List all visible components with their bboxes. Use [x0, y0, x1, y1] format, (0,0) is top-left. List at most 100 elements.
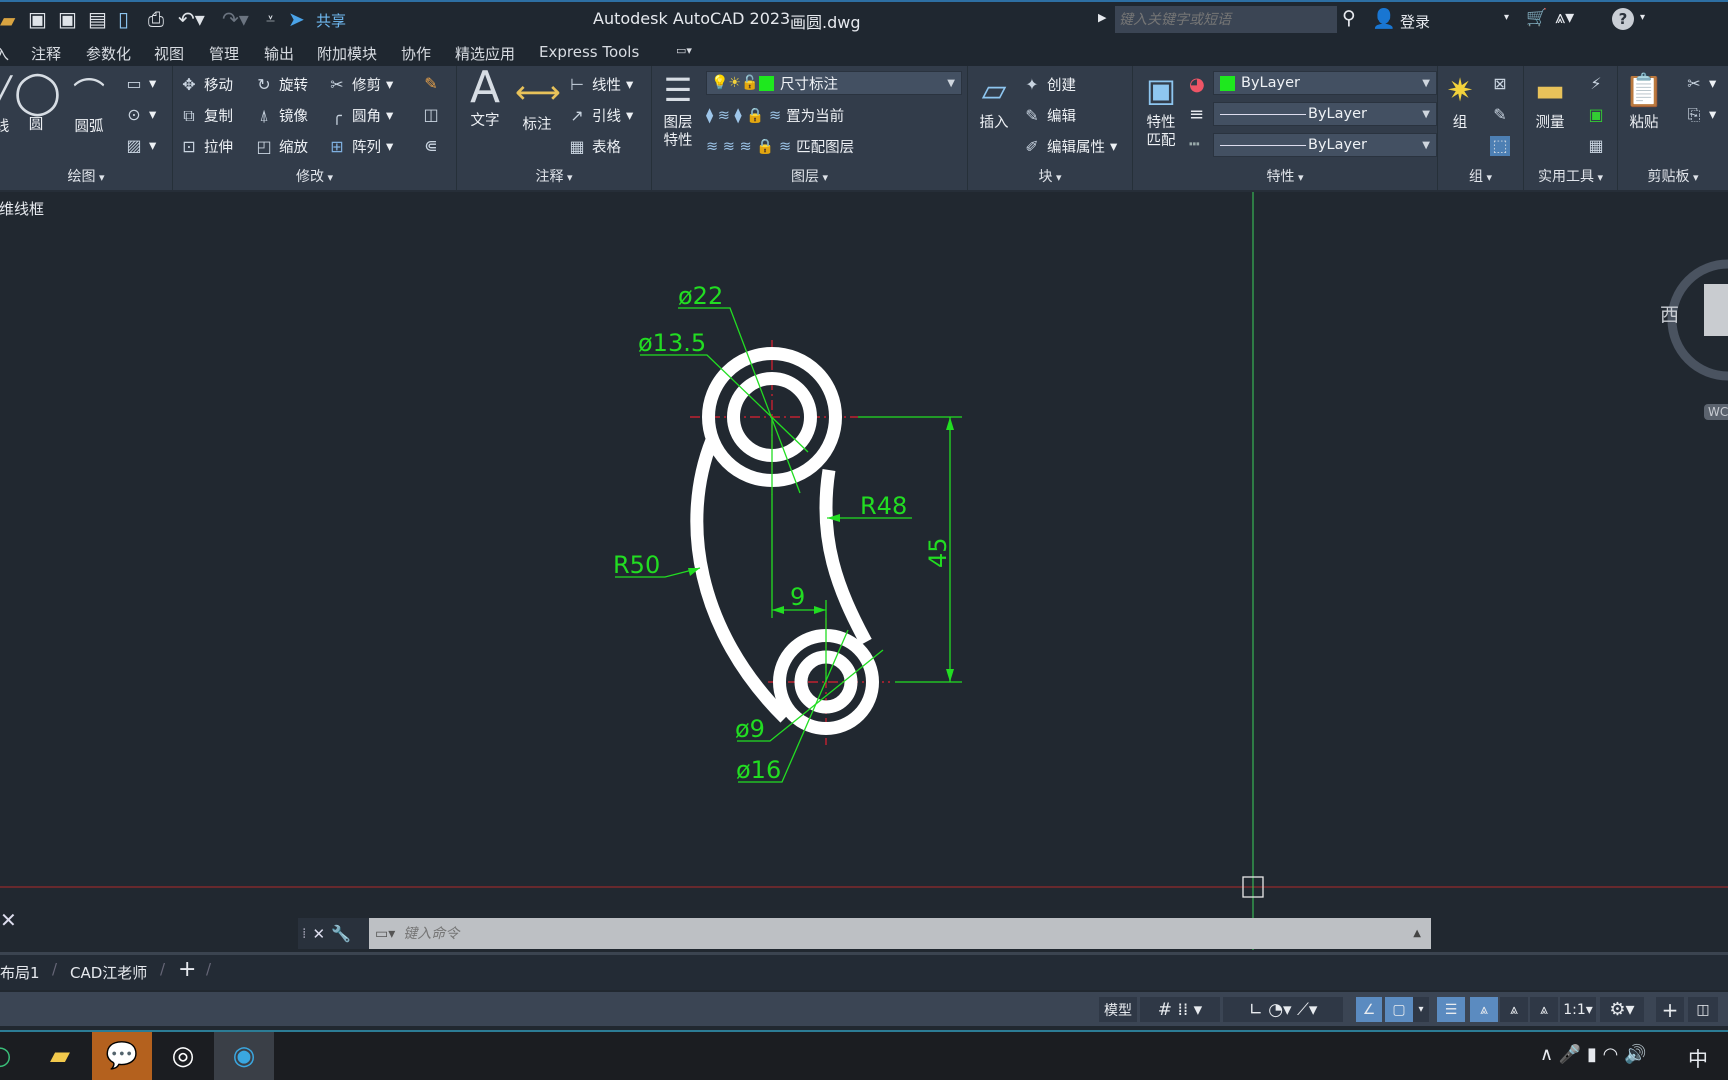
layer-properties-button[interactable]: ☰ 图层 特性: [656, 70, 700, 150]
wcs-menu[interactable]: WCS: [1704, 404, 1728, 420]
ribbon-toggle-icon[interactable]: ▭▾: [676, 44, 692, 57]
command-history-icon[interactable]: ▭▾: [375, 926, 395, 942]
publish-icon[interactable]: ▯: [118, 7, 129, 31]
circle-button[interactable]: ◯ 圆: [14, 71, 61, 134]
close-icon[interactable]: ✕: [0, 908, 17, 932]
quick-select-button[interactable]: ⚡: [1586, 74, 1606, 94]
open-icon[interactable]: ▰: [0, 8, 15, 32]
edit-block-button[interactable]: ✎ 编辑: [1022, 105, 1076, 126]
lineweight-toggle-button[interactable]: ☰: [1437, 997, 1465, 1022]
tab-layout1[interactable]: 布局1: [0, 962, 40, 983]
tab-view[interactable]: 视图: [154, 43, 184, 64]
search-icon[interactable]: ⚲: [1342, 7, 1356, 29]
expand-arrow-icon[interactable]: ▶: [1098, 11, 1106, 24]
viewcube[interactable]: [1704, 284, 1728, 336]
file-explorer-icon[interactable]: ▰: [30, 1032, 90, 1080]
tray-icons[interactable]: ∧ 🎤 ▮ ◠ 🔊: [1540, 1044, 1647, 1065]
tab-output[interactable]: 输出: [264, 43, 294, 64]
help-icon[interactable]: ?: [1612, 8, 1634, 30]
redo-icon[interactable]: ↷▾: [222, 7, 249, 31]
linear-button[interactable]: ⊢ 线性 ▾: [567, 74, 633, 95]
panel-properties-label[interactable]: 特性: [1133, 166, 1437, 186]
grid-snap-buttons[interactable]: # ⁞⁞ ▾: [1140, 997, 1220, 1022]
rectangle-button[interactable]: ▭ ▾: [124, 74, 156, 94]
color-dropdown[interactable]: ByLayer ▼: [1213, 71, 1437, 95]
group-button[interactable]: ✷ 组: [1442, 70, 1478, 132]
autodesk-app-icon[interactable]: ⩓▾: [1555, 7, 1574, 28]
tab-addins[interactable]: 附加模块: [317, 43, 377, 64]
copy-clip-button[interactable]: ⎘ ▾: [1684, 105, 1717, 125]
chevron-down-icon[interactable]: ▾: [1413, 997, 1429, 1022]
ime-indicator[interactable]: 中: [1688, 1043, 1708, 1072]
plot-sheet-icon[interactable]: ▤: [88, 7, 107, 31]
paste-button[interactable]: 📋 粘贴: [1622, 70, 1666, 132]
command-line[interactable]: ▭▾ ▲: [369, 918, 1431, 949]
annotation-visibility-button[interactable]: ⩓: [1470, 997, 1498, 1022]
tab-parametric[interactable]: 参数化: [86, 43, 131, 64]
save-icon[interactable]: ▣: [28, 7, 47, 31]
cart-icon[interactable]: 🛒: [1526, 8, 1547, 28]
panel-group-label[interactable]: 组: [1438, 166, 1523, 186]
plus-icon[interactable]: +: [1656, 997, 1684, 1022]
login-dropdown-icon[interactable]: ▾: [1504, 12, 1509, 23]
ortho-polar-buttons[interactable]: ∟ ◔▾ ⟋▾: [1223, 997, 1343, 1022]
panel-annotation-label[interactable]: 注释: [457, 166, 651, 186]
login-button[interactable]: 登录: [1400, 11, 1430, 32]
command-expand-icon[interactable]: ▲: [1413, 928, 1421, 939]
move-button[interactable]: ✥ 移动: [179, 74, 233, 95]
insert-button[interactable]: ▱ 插入: [972, 70, 1016, 132]
measure-button[interactable]: ▬ 测量: [1528, 70, 1572, 132]
array-button[interactable]: ⊞ 阵列 ▾: [327, 136, 393, 157]
edge-icon[interactable]: ◐: [0, 1032, 30, 1080]
save-as-icon[interactable]: ▣: [58, 7, 77, 31]
tab-featured-apps[interactable]: 精选应用: [455, 43, 515, 64]
layer-tools-row1[interactable]: ⧫ ≋ ⧫ 🔒 ≋ 置为当前: [706, 105, 844, 126]
create-block-button[interactable]: ✦ 创建: [1022, 74, 1076, 95]
mirror-button[interactable]: ⍋ 镜像: [254, 105, 308, 126]
layer-tools-row2[interactable]: ≋ ≋ ≋ 🔒 ≋ 匹配图层: [706, 136, 854, 157]
stretch-button[interactable]: ⊡ 拉伸: [179, 136, 233, 157]
viewcube-west-label[interactable]: 西: [1660, 300, 1679, 327]
auto-scale-button[interactable]: ⩓: [1500, 997, 1528, 1022]
trim-button[interactable]: ✂ 修剪 ▾: [327, 74, 393, 95]
panel-modify-label[interactable]: 修改: [173, 166, 456, 186]
select-all-button[interactable]: ▣: [1586, 105, 1606, 125]
linetype-dropdown[interactable]: ByLayer ▼: [1213, 133, 1437, 157]
dimension-button[interactable]: ⟷ 标注: [515, 72, 561, 134]
tab-cad-teacher[interactable]: CAD江老师: [70, 962, 147, 983]
dynamic-ucs-button[interactable]: ▢: [1385, 997, 1413, 1022]
wechat-icon[interactable]: 💬: [92, 1032, 152, 1080]
rotate-button[interactable]: ↻ 旋转: [254, 74, 308, 95]
osnap-button[interactable]: ∠: [1356, 997, 1382, 1022]
edit-attributes-button[interactable]: ✐ 编辑属性 ▾: [1022, 136, 1117, 157]
arc-button[interactable]: ⌒ 圆弧: [66, 74, 112, 136]
tab-express-tools[interactable]: Express Tools: [539, 43, 639, 61]
isolate-objects-icon[interactable]: ◫: [1688, 997, 1718, 1022]
panel-utilities-label[interactable]: 实用工具: [1524, 166, 1617, 186]
fillet-button[interactable]: ╭ 圆角 ▾: [327, 105, 393, 126]
qq-browser-icon[interactable]: ◎: [153, 1032, 213, 1080]
share-button[interactable]: 共享: [316, 10, 346, 31]
panel-draw-label[interactable]: 绘图: [0, 166, 172, 186]
match-layer-button[interactable]: 匹配图层: [796, 136, 854, 157]
panel-block-label[interactable]: 块: [968, 166, 1132, 186]
tab-insert-partial[interactable]: 入: [0, 43, 9, 64]
tab-manage[interactable]: 管理: [209, 43, 239, 64]
explode-button[interactable]: ◫: [421, 105, 441, 125]
make-current-button[interactable]: 置为当前: [786, 105, 844, 126]
close-command-icon[interactable]: ✕: [312, 925, 325, 943]
tab-annotate[interactable]: 注释: [31, 43, 61, 64]
ungroup-button[interactable]: ⊠: [1490, 74, 1510, 94]
copy-button[interactable]: ⧉ 复制: [179, 105, 233, 126]
user-icon[interactable]: 👤: [1372, 7, 1396, 30]
offset-button[interactable]: ⋐: [421, 136, 441, 156]
drawing-canvas[interactable]: 二维线框: [0, 192, 1728, 950]
undo-icon[interactable]: ↶▾: [178, 7, 205, 31]
drag-handle-icon[interactable]: ⁞: [302, 926, 306, 942]
add-layout-button[interactable]: +: [178, 957, 196, 982]
gear-icon[interactable]: ⚙▾: [1600, 997, 1644, 1022]
model-space-button[interactable]: 模型: [1099, 997, 1137, 1022]
group-edit-button[interactable]: ✎: [1490, 105, 1510, 125]
command-input[interactable]: [395, 925, 1414, 942]
cut-button[interactable]: ✂ ▾: [1684, 74, 1716, 94]
